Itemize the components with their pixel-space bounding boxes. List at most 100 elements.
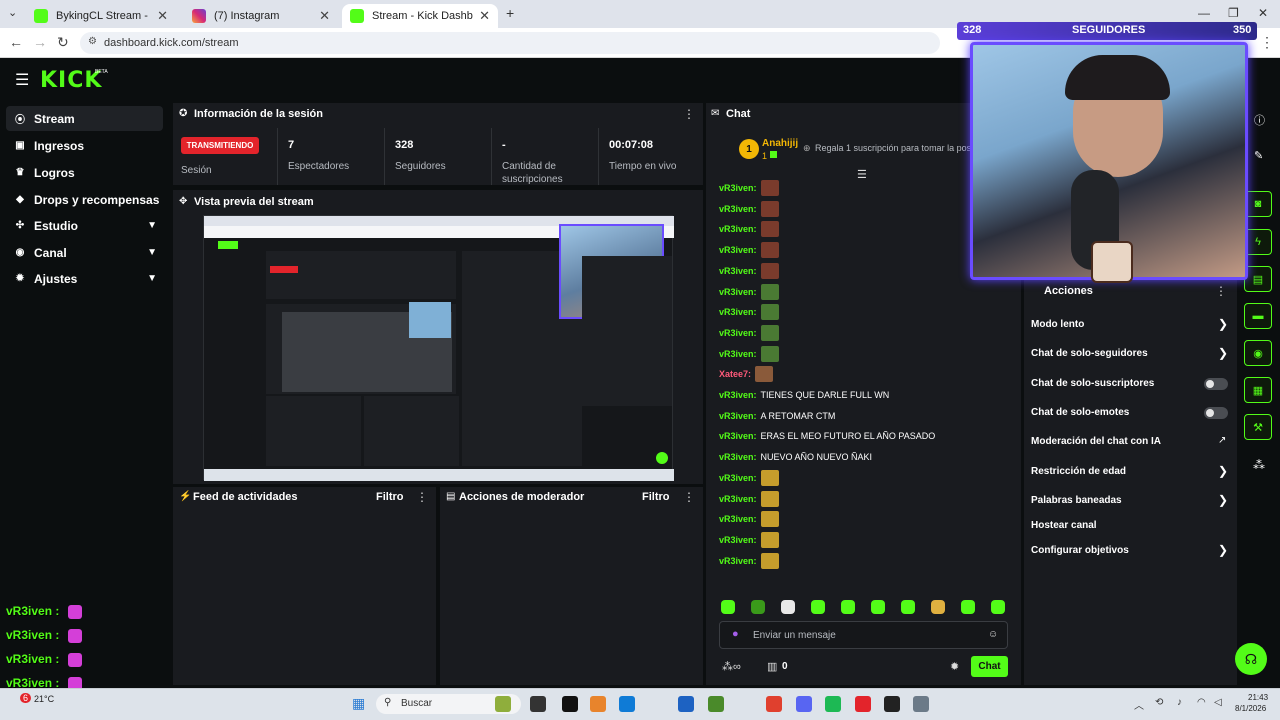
chat-bubble-icon[interactable]: ▬ xyxy=(1244,303,1272,329)
toggle-switch[interactable] xyxy=(1204,407,1228,419)
weather-temp[interactable]: 21°C xyxy=(34,694,54,704)
mod-menu-item[interactable]: Modo lento xyxy=(1031,319,1084,330)
support-button[interactable]: ☊ xyxy=(1235,643,1267,675)
tab-list-icon[interactable]: ⌄ xyxy=(8,6,17,19)
activity-filter-button[interactable]: Filtro xyxy=(376,491,404,503)
sidebar-item-drops[interactable]: ◆ Drops y recompensas xyxy=(6,187,163,212)
external-link-icon[interactable]: ↗ xyxy=(1218,435,1226,446)
chat-username[interactable]: vR3iven: xyxy=(719,224,757,234)
emote-icon[interactable] xyxy=(760,221,779,238)
recording-icon[interactable] xyxy=(855,696,871,712)
quick-emote-icon[interactable] xyxy=(781,600,795,614)
url-field[interactable]: ⚙ dashboard.kick.com/stream xyxy=(80,32,940,54)
maximize-icon[interactable]: ❐ xyxy=(1228,6,1239,20)
more-options-icon[interactable]: ⋮ xyxy=(683,490,695,504)
stream-preview-video[interactable] xyxy=(203,215,674,481)
emote-icon[interactable] xyxy=(760,324,779,341)
chat-settings-icon[interactable]: ✹ xyxy=(950,660,959,673)
document-icon[interactable]: ▤ xyxy=(1244,266,1272,292)
wifi-icon[interactable]: ◠ xyxy=(1197,697,1206,708)
broadcast-icon[interactable]: ◉ xyxy=(1244,340,1272,366)
sidebar-item-canal[interactable]: ◉ Canal ▼ xyxy=(6,240,163,265)
chevron-right-icon[interactable]: ❯ xyxy=(1218,464,1228,478)
mod-menu-item[interactable]: Chat de solo-seguidores xyxy=(1031,348,1148,359)
mod-menu-item[interactable]: Palabras baneadas xyxy=(1031,495,1122,506)
settings-icon[interactable] xyxy=(913,696,929,712)
close-icon[interactable]: ✕ xyxy=(157,8,168,24)
gift-box-icon[interactable]: ▥ xyxy=(767,660,777,673)
emote-icon[interactable] xyxy=(760,262,779,279)
chat-username[interactable]: vR3iven: xyxy=(719,183,757,193)
emote-icon[interactable] xyxy=(760,283,779,300)
chat-username[interactable]: vR3iven: xyxy=(719,452,757,462)
more-options-icon[interactable]: ⋮ xyxy=(416,490,428,504)
chat-username[interactable]: vR3iven: xyxy=(719,431,757,441)
chat-username[interactable]: vR3iven: xyxy=(719,266,757,276)
emote-icon[interactable] xyxy=(760,242,779,259)
chevron-right-icon[interactable]: ❯ xyxy=(1218,543,1228,557)
chat-username[interactable]: vR3iven: xyxy=(719,204,757,214)
chat-username[interactable]: vR3iven: xyxy=(719,411,757,421)
chevron-right-icon[interactable]: ❯ xyxy=(1218,493,1228,507)
network-icon[interactable]: ⟲ xyxy=(1155,697,1163,708)
reload-icon[interactable]: ↻ xyxy=(57,34,69,51)
emote-icon[interactable] xyxy=(755,366,774,383)
tray-expand-icon[interactable]: ︿ xyxy=(1134,697,1144,712)
emote-icon[interactable] xyxy=(760,469,779,486)
chat-input[interactable]: ● Enviar un mensaje ☺ xyxy=(719,621,1008,649)
quick-emote-icon[interactable] xyxy=(991,600,1005,614)
wrench-icon[interactable]: ⚒ xyxy=(1244,414,1272,440)
mod-menu-item[interactable]: Configurar objetivos xyxy=(1031,545,1129,556)
tab-kick-dashboard[interactable]: Stream - Kick Dashboard ✕ xyxy=(342,4,498,28)
emote-icon[interactable] xyxy=(760,531,779,548)
lightning-icon[interactable]: ϟ xyxy=(1244,229,1272,255)
minimize-icon[interactable]: — xyxy=(1198,6,1210,20)
quick-emote-icon[interactable] xyxy=(901,600,915,614)
widget-icon[interactable] xyxy=(495,696,511,712)
mod-menu-item[interactable]: Chat de solo-emotes xyxy=(1031,407,1129,418)
emote-icon[interactable] xyxy=(760,200,779,217)
chat-username[interactable]: vR3iven: xyxy=(719,328,757,338)
chat-username[interactable]: vR3iven: xyxy=(719,514,757,524)
mod-menu-item[interactable]: Restricción de edad xyxy=(1031,466,1126,477)
close-icon[interactable]: ✕ xyxy=(479,8,490,24)
chat-username[interactable]: vR3iven: xyxy=(719,390,757,400)
gift-sub-prompt[interactable]: Regala 1 suscripción para tomar la posic xyxy=(815,143,978,153)
more-options-icon[interactable]: ⋮ xyxy=(1215,284,1227,298)
chat-username[interactable]: vR3iven: xyxy=(719,535,757,545)
quick-emote-icon[interactable] xyxy=(871,600,885,614)
chevron-right-icon[interactable]: ❯ xyxy=(1218,317,1228,331)
chevron-right-icon[interactable]: ❯ xyxy=(1218,346,1228,360)
layout-icon[interactable]: ▦ xyxy=(1244,377,1272,403)
kick-logo[interactable]: KICK xyxy=(40,68,102,93)
hamburger-menu-icon[interactable]: ☰ xyxy=(15,70,29,90)
chat-username[interactable]: vR3iven: xyxy=(719,494,757,504)
window-close-icon[interactable]: ✕ xyxy=(1258,6,1268,20)
spotify-icon[interactable] xyxy=(825,696,841,712)
chat-username[interactable]: vR3iven: xyxy=(719,556,757,566)
top-gifter-name[interactable]: Anahijij xyxy=(762,138,798,149)
quick-emote-icon[interactable] xyxy=(721,600,735,614)
chat-username[interactable]: Xatee7: xyxy=(719,369,751,379)
edge-icon[interactable] xyxy=(619,696,635,712)
emote-icon[interactable] xyxy=(760,304,779,321)
emote-icon[interactable] xyxy=(760,511,779,528)
info-icon[interactable]: ⓘ xyxy=(1254,112,1265,128)
discord-icon[interactable] xyxy=(796,696,812,712)
quick-emote-icon[interactable] xyxy=(931,600,945,614)
edit-icon[interactable]: ✎ xyxy=(1254,149,1263,162)
chrome-icon[interactable] xyxy=(766,696,782,712)
mod-menu-item[interactable]: Hostear canal xyxy=(1031,520,1097,531)
browser-menu-icon[interactable]: ⋮ xyxy=(1260,34,1274,51)
kick-points-icon[interactable]: ⁂ xyxy=(1253,458,1265,472)
outlook-icon[interactable] xyxy=(678,696,694,712)
site-info-icon[interactable]: ⚙ xyxy=(88,36,97,47)
toggle-switch[interactable] xyxy=(1204,378,1228,390)
collapse-pinned-icon[interactable]: ☰ xyxy=(857,168,867,181)
microphone-icon[interactable]: ● xyxy=(732,628,739,640)
emoji-icon[interactable]: ☺ xyxy=(988,629,998,640)
chat-username[interactable]: vR3iven: xyxy=(719,307,757,317)
new-tab-icon[interactable]: + xyxy=(506,5,514,21)
clock-date[interactable]: 8/1/2026 xyxy=(1235,704,1266,713)
close-icon[interactable]: ✕ xyxy=(319,8,330,24)
